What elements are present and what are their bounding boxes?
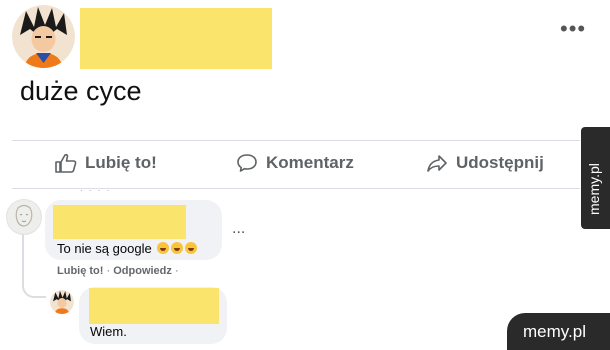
watermark-side-text: memy.pl	[586, 163, 602, 215]
reply-avatar[interactable]	[50, 290, 74, 314]
redacted-commenter-name	[53, 205, 186, 239]
share-label: Udostępnij	[456, 153, 544, 172]
comment-actions: Lubię to! · Odpowiedz ·	[57, 265, 179, 277]
commenter-avatar[interactable]	[6, 199, 42, 235]
reply-text: Wiem.	[90, 324, 127, 339]
goku-avatar-icon	[12, 5, 75, 68]
comment-reply-link[interactable]: Odpowiedz	[113, 265, 172, 277]
like-button[interactable]: Lubię to!	[55, 153, 157, 173]
separator-dot: ·	[174, 265, 179, 277]
reply-thread-line	[22, 234, 46, 298]
goku-avatar-icon	[50, 290, 74, 314]
redacted-reply-name	[89, 288, 219, 324]
comment-options-button[interactable]: ...	[232, 220, 245, 238]
share-arrow-icon	[427, 155, 447, 172]
cropped-text-fragment: · · · ·	[80, 186, 112, 195]
comment-bubble-icon	[237, 154, 257, 172]
comment-like-link[interactable]: Lubię to!	[57, 265, 103, 277]
post-actions: Lubię to! Komentarz Udostępnij	[0, 141, 580, 188]
post-text: duże cyce	[20, 76, 142, 106]
watermark-corner-text: memy.pl	[523, 322, 586, 341]
poster-avatar[interactable]	[12, 5, 75, 68]
laughing-emoji-icon	[171, 242, 184, 254]
like-label: Lubię to!	[85, 153, 157, 172]
separator-dot: ·	[106, 265, 111, 277]
redacted-author-name	[80, 8, 272, 69]
post-header: ••• duże cyce	[0, 0, 610, 140]
comment-button[interactable]: Komentarz	[236, 153, 354, 173]
post-options-button[interactable]: •••	[560, 18, 586, 40]
thumbs-up-icon	[55, 153, 77, 173]
laughing-emoji-icon	[185, 242, 198, 254]
comment-text: To nie są google	[57, 241, 198, 256]
laughing-emoji-icon	[157, 242, 170, 254]
share-button[interactable]: Udostępnij	[426, 153, 544, 173]
sketch-face-avatar-icon	[15, 204, 33, 227]
comment-label: Komentarz	[266, 153, 354, 172]
watermark-corner: memy.pl	[507, 313, 610, 350]
watermark-side: memy.pl	[581, 127, 610, 229]
